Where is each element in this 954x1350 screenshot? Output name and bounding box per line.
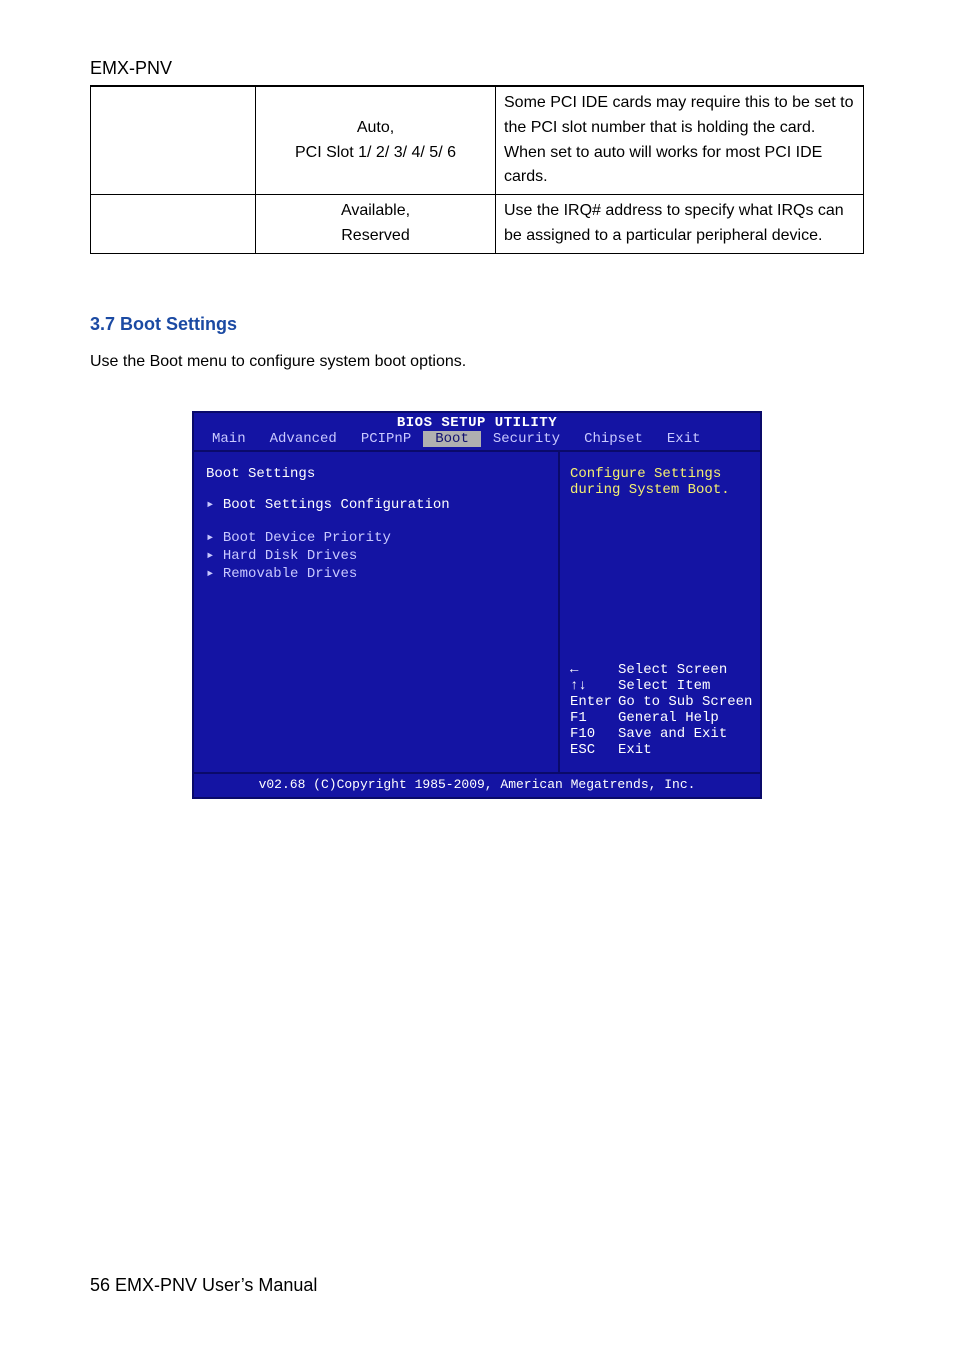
bios-item-hard-disk-drives[interactable]: ▸ Hard Disk Drives [206, 547, 546, 564]
bios-menu-chipset[interactable]: Chipset [572, 431, 655, 447]
cell-options: Available, Reserved [256, 195, 496, 254]
bios-menu-security[interactable]: Security [481, 431, 572, 447]
bios-item-boot-settings-config[interactable]: ▸ Boot Settings Configuration [206, 496, 546, 513]
pointer-icon: ▸ [206, 548, 223, 564]
key-esc: ESC [570, 742, 618, 758]
pointer-icon: ▸ [206, 497, 223, 513]
cell-options: Auto, PCI Slot 1/ 2/ 3/ 4/ 5/ 6 [256, 87, 496, 195]
table-row: Auto, PCI Slot 1/ 2/ 3/ 4/ 5/ 6 Some PCI… [91, 87, 864, 195]
bios-item-label: Removable Drives [223, 566, 357, 582]
key-updown-arrow-icon: ↑↓ [570, 678, 618, 694]
bios-menu-boot[interactable]: Boot [423, 431, 481, 447]
key-desc: Save and Exit [618, 726, 727, 742]
section-heading: 3.7 Boot Settings [90, 314, 864, 335]
bios-help-line: during System Boot. [570, 482, 750, 498]
page-footer: 56 EMX-PNV User’s Manual [90, 1275, 317, 1296]
key-enter: Enter [570, 694, 618, 710]
key-desc: Go to Sub Screen [618, 694, 752, 710]
key-desc: Select Screen [618, 662, 727, 678]
bios-help-keys: ←Select Screen ↑↓Select Item EnterGo to … [570, 662, 750, 758]
bios-left-pane: Boot Settings ▸ Boot Settings Configurat… [194, 452, 560, 772]
table-row: Available, Reserved Use the IRQ# address… [91, 195, 864, 254]
section-body: Use the Boot menu to configure system bo… [90, 353, 864, 371]
key-desc: Select Item [618, 678, 710, 694]
cell-options-text: Available, Reserved [341, 202, 410, 244]
bios-right-pane: Configure Settings during System Boot. ←… [560, 452, 760, 772]
bios-footer: v02.68 (C)Copyright 1985-2009, American … [194, 772, 760, 797]
key-desc: General Help [618, 710, 719, 726]
bios-help-description: Configure Settings during System Boot. [570, 466, 750, 498]
cell-description: Use the IRQ# address to specify what IRQ… [496, 195, 864, 254]
key-desc: Exit [618, 742, 652, 758]
pointer-icon: ▸ [206, 566, 223, 582]
bios-item-label: Boot Device Priority [223, 530, 391, 546]
cell-description: Some PCI IDE cards may require this to b… [496, 87, 864, 195]
key-f1: F1 [570, 710, 618, 726]
bios-item-removable-drives[interactable]: ▸ Removable Drives [206, 565, 546, 582]
cell-name [91, 195, 256, 254]
bios-left-heading: Boot Settings [206, 466, 546, 482]
bios-screenshot: BIOS SETUP UTILITY Main Advanced PCIPnP … [192, 411, 762, 799]
cell-name [91, 87, 256, 195]
key-f10: F10 [570, 726, 618, 742]
bios-item-boot-device-priority[interactable]: ▸ Boot Device Priority [206, 529, 546, 546]
bios-item-label: Hard Disk Drives [223, 548, 357, 564]
key-left-arrow-icon: ← [570, 662, 618, 678]
bios-menu-bar: Main Advanced PCIPnP Boot Security Chips… [194, 431, 760, 452]
bios-menu-advanced[interactable]: Advanced [258, 431, 349, 447]
bios-menu-exit[interactable]: Exit [655, 431, 713, 447]
bios-item-label: Boot Settings Configuration [223, 497, 450, 513]
page-header-title: EMX-PNV [90, 0, 864, 85]
cell-options-text: Auto, PCI Slot 1/ 2/ 3/ 4/ 5/ 6 [295, 119, 456, 161]
pointer-icon: ▸ [206, 530, 223, 546]
options-table: Auto, PCI Slot 1/ 2/ 3/ 4/ 5/ 6 Some PCI… [90, 86, 864, 254]
bios-menu-pcipnp[interactable]: PCIPnP [349, 431, 423, 447]
bios-help-line: Configure Settings [570, 466, 750, 482]
bios-title: BIOS SETUP UTILITY [194, 413, 760, 431]
bios-menu-main[interactable]: Main [200, 431, 258, 447]
